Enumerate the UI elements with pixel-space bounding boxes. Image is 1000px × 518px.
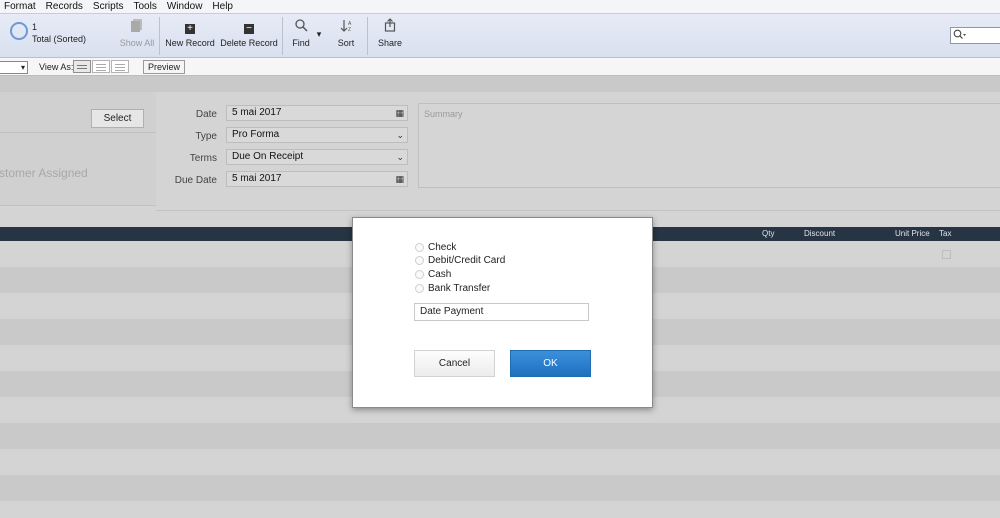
form-view-icon[interactable] xyxy=(73,60,91,73)
calendar-icon[interactable]: ▦ xyxy=(395,172,404,186)
menu-help[interactable]: Help xyxy=(212,1,233,12)
date-label: Date xyxy=(195,109,217,120)
layout-bar: ▾ View As: Preview xyxy=(0,58,1000,76)
type-dropdown[interactable]: Pro Forma ⌄ xyxy=(226,127,408,143)
due-date-field[interactable]: 5 mai 2017 ▦ xyxy=(226,171,408,187)
select-customer-button[interactable]: Select xyxy=(91,109,144,128)
terms-value: Due On Receipt xyxy=(232,151,304,162)
status-toolbar: 1 Total (Sorted) Show All + New Record −… xyxy=(0,14,1000,58)
table-row[interactable] xyxy=(0,501,1000,518)
radio-button-icon[interactable] xyxy=(415,255,424,265)
share-label: Share xyxy=(377,38,403,48)
radio-label: Debit/Credit Card xyxy=(428,254,506,266)
chevron-down-icon: ⌄ xyxy=(396,130,404,140)
menu-window[interactable]: Window xyxy=(167,1,203,12)
show-all-label: Show All xyxy=(119,38,155,48)
radio-label: Cash xyxy=(428,268,452,280)
table-row[interactable] xyxy=(0,475,1000,501)
sort-label: Sort xyxy=(337,38,355,48)
tax-header: Tax xyxy=(939,229,952,238)
table-view-icon[interactable] xyxy=(111,60,129,73)
show-all-icon xyxy=(117,18,157,38)
record-pie-icon xyxy=(10,22,28,40)
find-label: Find xyxy=(292,38,310,48)
table-row[interactable] xyxy=(0,423,1000,449)
customer-panel: Select stomer Assigned xyxy=(0,92,156,206)
search-icon xyxy=(953,29,966,43)
radio-check[interactable]: Check xyxy=(415,241,456,253)
quick-find-search-input[interactable] xyxy=(950,27,1000,44)
svg-text:Z: Z xyxy=(348,27,351,32)
chevron-down-icon: ⌄ xyxy=(396,152,404,162)
radio-cash[interactable]: Cash xyxy=(415,268,451,280)
discount-header: Discount xyxy=(804,229,836,238)
delete-record-button[interactable]: − Delete Record xyxy=(220,18,278,48)
menu-scripts[interactable]: Scripts xyxy=(93,1,124,12)
ok-button[interactable]: OK xyxy=(510,350,591,377)
new-record-button[interactable]: + New Record xyxy=(164,18,216,48)
plus-icon: + xyxy=(164,18,216,38)
show-all-button[interactable]: Show All xyxy=(117,18,157,48)
radio-button-icon[interactable] xyxy=(415,283,424,293)
find-button[interactable]: Find xyxy=(288,18,314,48)
toolbar-divider xyxy=(282,17,283,55)
tax-checkbox[interactable] xyxy=(942,250,951,259)
magnifier-icon xyxy=(288,18,314,38)
menu-tools[interactable]: Tools xyxy=(133,1,156,12)
record-total: Total (Sorted) xyxy=(32,34,87,44)
minus-icon: − xyxy=(220,18,278,38)
sort-button[interactable]: AZ Sort xyxy=(333,18,359,48)
radio-debit-credit-card[interactable]: Debit/Credit Card xyxy=(415,254,505,266)
header-band xyxy=(0,76,1000,92)
type-value: Pro Forma xyxy=(232,129,280,140)
date-value: 5 mai 2017 xyxy=(232,107,282,118)
toolbar-divider xyxy=(159,17,160,55)
menu-records[interactable]: Records xyxy=(46,1,83,12)
share-button[interactable]: Share xyxy=(376,18,404,48)
summary-field[interactable]: Summary xyxy=(418,103,1000,188)
date-field[interactable]: 5 mai 2017 ▦ xyxy=(226,105,408,121)
table-row[interactable] xyxy=(0,449,1000,475)
summary-placeholder: Summary xyxy=(424,109,463,119)
new-record-label: New Record xyxy=(165,38,215,48)
due-date-label: Due Date xyxy=(174,175,217,186)
menu-format[interactable]: Format xyxy=(4,1,36,12)
terms-dropdown[interactable]: Due On Receipt ⌄ xyxy=(226,149,408,165)
share-icon xyxy=(376,18,404,38)
divider xyxy=(156,210,1000,211)
customer-assigned-placeholder: stomer Assigned xyxy=(0,166,88,180)
find-dropdown-arrow-icon[interactable]: ▾ xyxy=(314,29,324,40)
date-payment-input[interactable]: Date Payment xyxy=(414,303,589,321)
list-view-icon[interactable] xyxy=(92,60,110,73)
delete-record-label: Delete Record xyxy=(220,38,278,48)
divider xyxy=(0,132,156,133)
view-as-label: View As: xyxy=(39,62,74,72)
cancel-button[interactable]: Cancel xyxy=(414,350,495,377)
qty-header: Qty xyxy=(762,229,775,238)
record-number: 1 xyxy=(32,22,38,32)
due-date-value: 5 mai 2017 xyxy=(232,173,282,184)
unit-price-header: Unit Price xyxy=(895,229,930,238)
radio-bank-transfer[interactable]: Bank Transfer xyxy=(415,282,490,294)
calendar-icon[interactable]: ▦ xyxy=(395,106,404,120)
radio-label: Check xyxy=(428,241,457,253)
type-label: Type xyxy=(195,131,217,142)
preview-button[interactable]: Preview xyxy=(143,60,185,74)
sort-icon: AZ xyxy=(333,18,359,38)
radio-label: Bank Transfer xyxy=(428,282,491,294)
layout-select[interactable]: ▾ xyxy=(0,61,28,74)
payment-method-dialog: Check Debit/Credit Card Cash Bank Transf… xyxy=(352,217,653,408)
toolbar-divider xyxy=(367,17,368,55)
terms-label: Terms xyxy=(189,153,217,164)
menu-bar: Format Records Scripts Tools Window Help xyxy=(0,0,1000,14)
radio-button-icon[interactable] xyxy=(415,269,424,279)
radio-button-icon[interactable] xyxy=(415,242,424,252)
